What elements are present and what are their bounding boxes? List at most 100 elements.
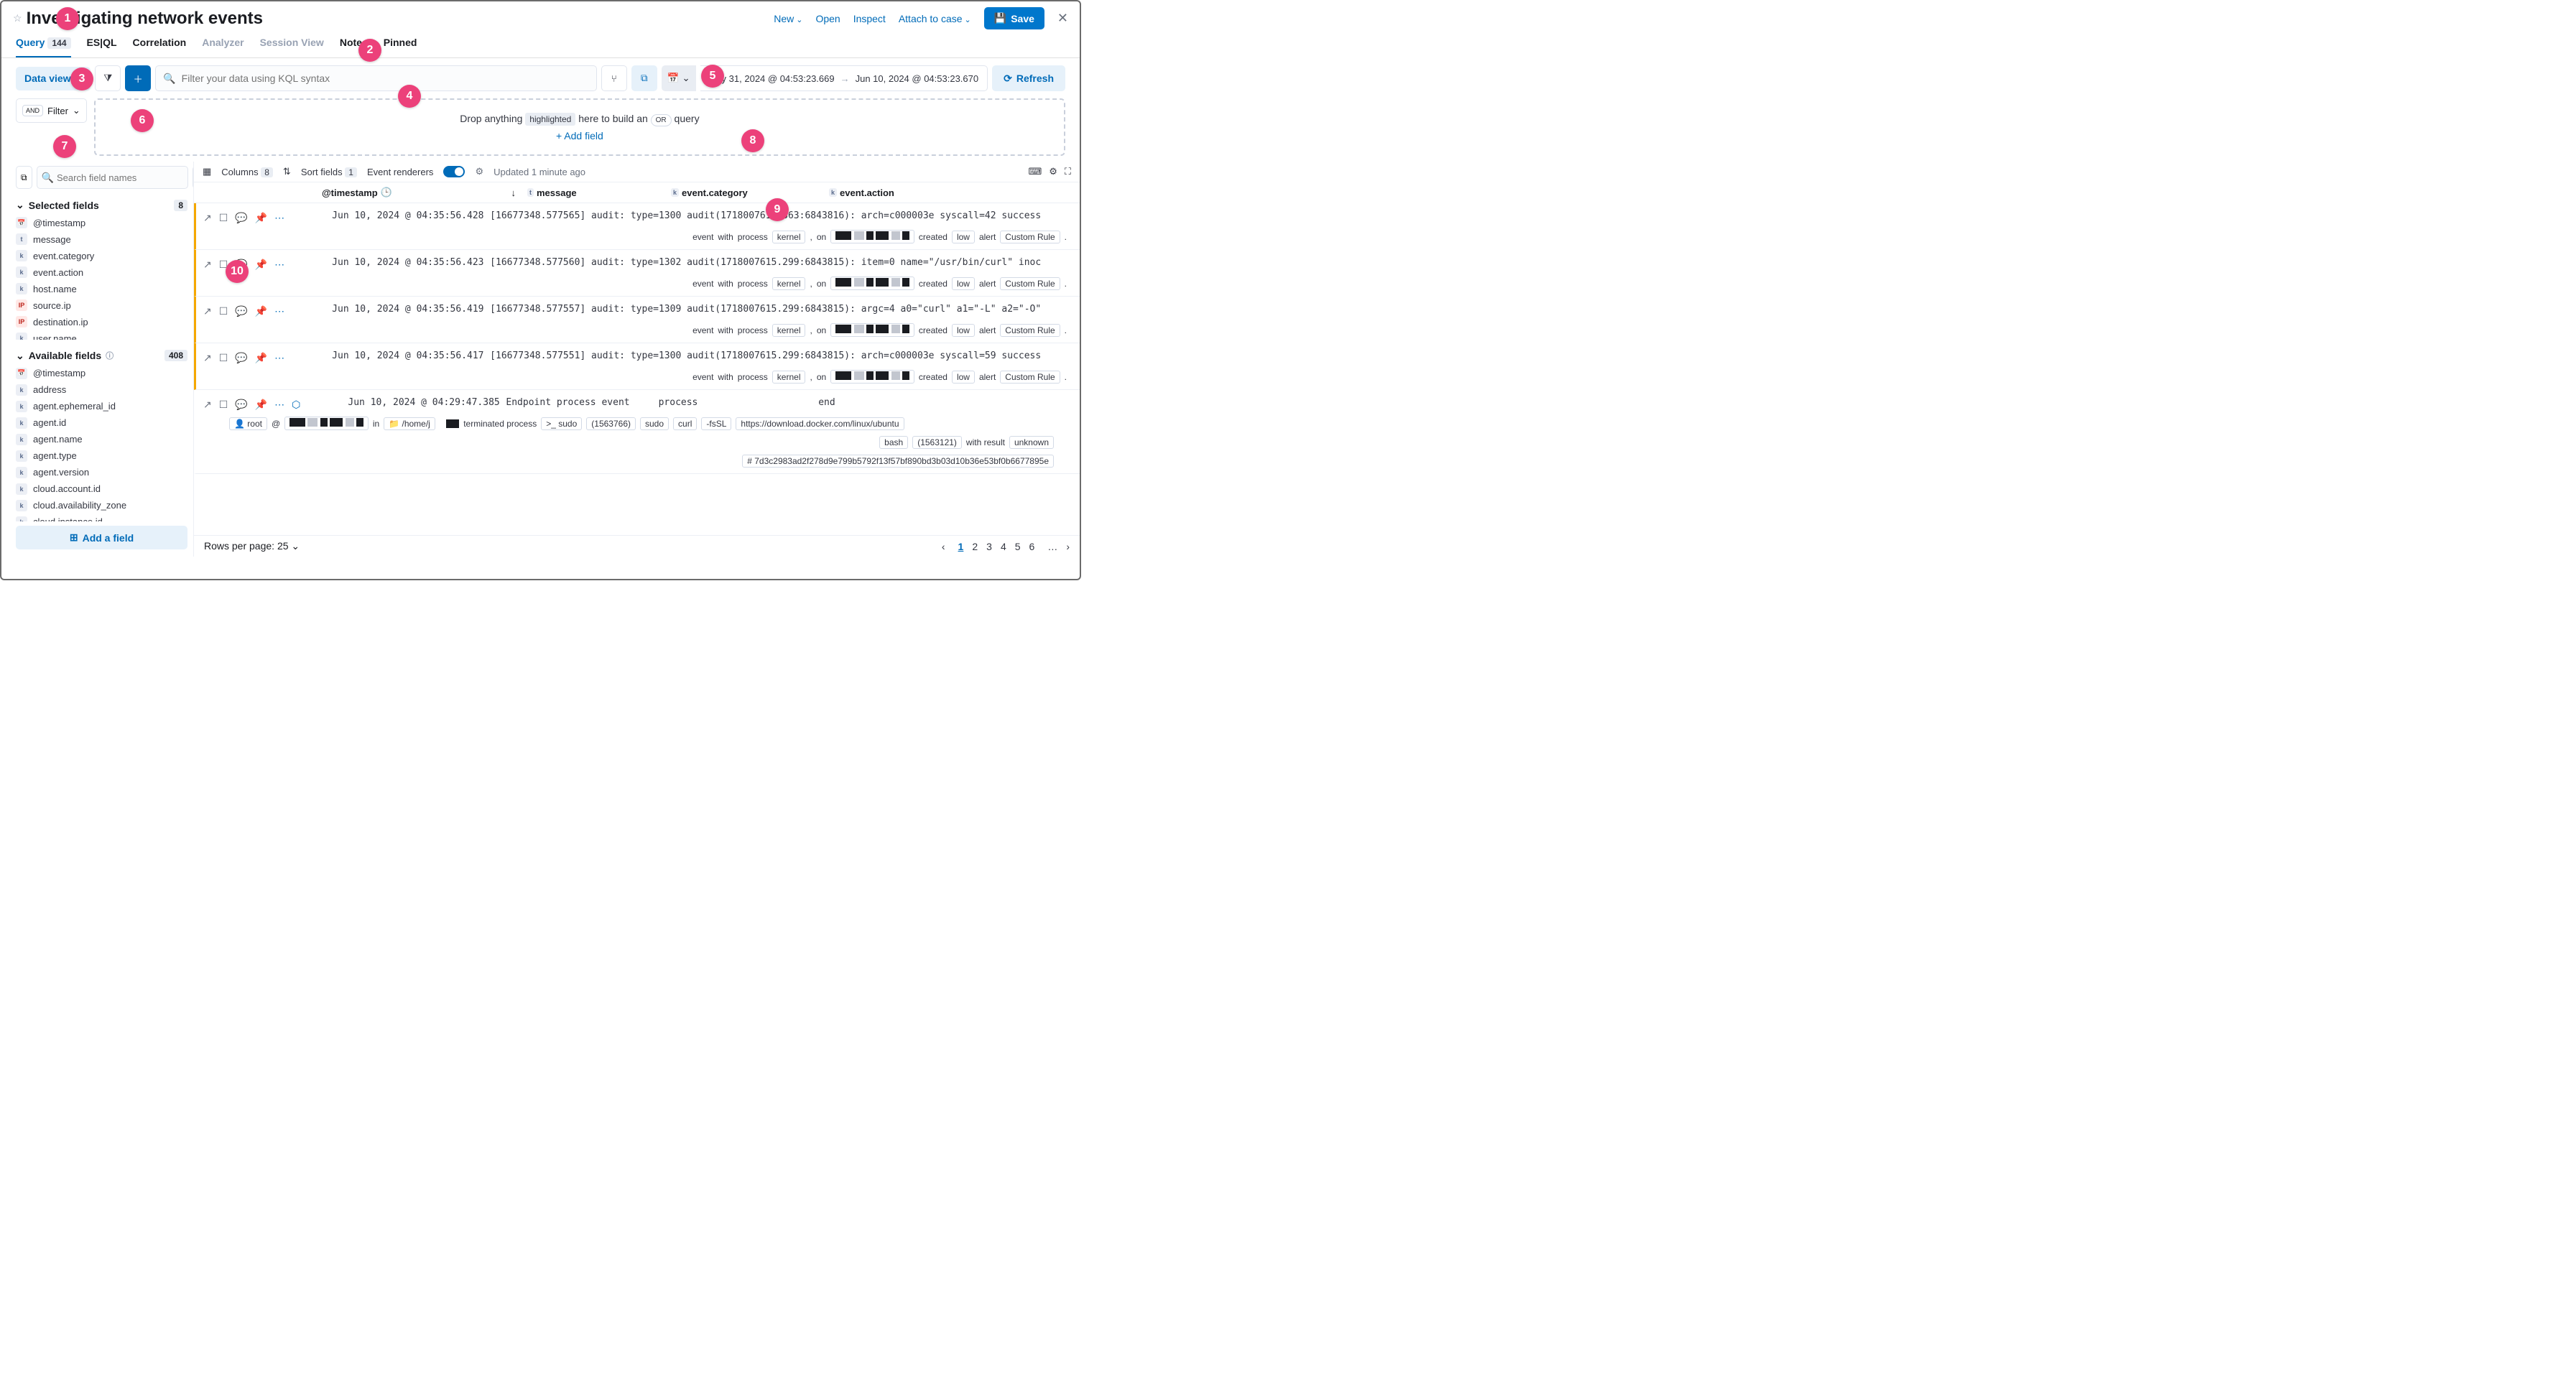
pager-prev[interactable]: ‹: [942, 541, 945, 552]
arg-tag[interactable]: -fsSL: [701, 417, 731, 430]
more-icon[interactable]: ⋯: [274, 259, 284, 271]
pin-icon[interactable]: 📌: [255, 399, 267, 411]
arg-tag[interactable]: bash: [879, 436, 908, 449]
hash-tag[interactable]: # 7d3c2983ad2f278d9e799b5792f13f57bf890b…: [742, 455, 1054, 468]
inspect-button[interactable]: Inspect: [853, 13, 886, 24]
pager-page[interactable]: 1: [958, 541, 964, 552]
field-item[interactable]: kagent.ephemeral_id: [16, 399, 187, 414]
col-timestamp[interactable]: @timestamp 🕒 ↓: [316, 182, 522, 203]
severity-tag[interactable]: low: [952, 371, 975, 384]
tab-pinned[interactable]: Pinned: [384, 37, 417, 57]
note-icon[interactable]: 💬: [235, 352, 247, 364]
columns-label[interactable]: Columns 8: [221, 167, 273, 177]
col-category[interactable]: kevent.category: [665, 182, 823, 203]
refresh-button[interactable]: ⟳Refresh: [992, 65, 1065, 91]
field-item[interactable]: kagent.type: [16, 449, 187, 463]
field-item[interactable]: 📅@timestamp: [16, 215, 187, 230]
host-tag[interactable]: [830, 370, 914, 384]
field-item[interactable]: khost.name: [16, 282, 187, 296]
pid-tag[interactable]: (1563766): [586, 417, 636, 430]
note-icon[interactable]: 💬: [235, 212, 247, 224]
kernel-tag[interactable]: kernel: [772, 324, 806, 337]
expand-icon[interactable]: ↗: [203, 212, 212, 224]
pop-out-icon[interactable]: ⧉: [631, 65, 657, 91]
pin-icon[interactable]: 📌: [255, 352, 267, 364]
kernel-tag[interactable]: kernel: [772, 277, 806, 290]
datepicker-button[interactable]: 📅⌄: [662, 65, 696, 91]
expand-icon[interactable]: ↗: [203, 305, 212, 317]
host-tag[interactable]: [830, 230, 914, 243]
columns-icon[interactable]: ▦: [203, 166, 211, 177]
tab-analyzer[interactable]: Analyzer: [202, 37, 244, 57]
field-item[interactable]: kcloud.availability_zone: [16, 498, 187, 513]
severity-tag[interactable]: low: [952, 324, 975, 337]
rule-tag[interactable]: Custom Rule: [1000, 371, 1060, 384]
pager-page[interactable]: 2: [972, 541, 978, 552]
field-item[interactable]: kagent.id: [16, 416, 187, 430]
sidebar-collapse-icon[interactable]: ⧉: [16, 166, 32, 189]
arg-tag[interactable]: sudo: [640, 417, 669, 430]
tab-query[interactable]: Query144: [16, 37, 71, 57]
pin-icon[interactable]: 📌: [255, 305, 267, 317]
result-tag[interactable]: unknown: [1009, 436, 1054, 449]
sort-icon[interactable]: ⇅: [283, 166, 291, 177]
field-item[interactable]: tmessage: [16, 232, 187, 246]
pager-next[interactable]: ›: [1066, 541, 1070, 552]
checkbox[interactable]: ☐: [219, 352, 228, 364]
note-icon[interactable]: 💬: [235, 305, 247, 317]
field-item[interactable]: 📅@timestamp: [16, 366, 187, 381]
add-filter-icon[interactable]: ＋: [125, 65, 151, 91]
save-button[interactable]: 💾 Save: [984, 7, 1044, 29]
note-icon[interactable]: 💬: [235, 399, 247, 411]
settings-icon[interactable]: ⚙: [1049, 166, 1057, 177]
pin-icon[interactable]: 📌: [255, 259, 267, 271]
add-field-link[interactable]: + Add field: [556, 130, 603, 141]
host-tag[interactable]: [284, 417, 369, 430]
more-icon[interactable]: ⋯: [274, 352, 284, 364]
col-action[interactable]: kevent.action: [823, 182, 1080, 203]
rows-per-page[interactable]: Rows per page: 25 ⌄: [204, 540, 300, 552]
pager-page[interactable]: 4: [1001, 541, 1006, 552]
add-field-button[interactable]: ⊞ Add a field: [16, 526, 187, 549]
path-tag[interactable]: 📁 /home/j: [384, 417, 435, 430]
pager-ellipsis[interactable]: …: [1047, 541, 1057, 552]
field-item[interactable]: kagent.name: [16, 432, 187, 447]
expand-icon[interactable]: ↗: [203, 352, 212, 364]
user-tag[interactable]: 👤 root: [229, 417, 267, 430]
field-item[interactable]: kevent.action: [16, 265, 187, 279]
attach-to-case-button[interactable]: Attach to case⌄: [899, 13, 971, 24]
field-item[interactable]: kaddress: [16, 383, 187, 397]
field-item[interactable]: kuser.name: [16, 331, 187, 340]
field-item[interactable]: kagent.version: [16, 465, 187, 480]
tab-esql[interactable]: ES|QL: [87, 37, 117, 57]
available-fields-header[interactable]: ⌄ Available fields ⓘ 408: [16, 350, 187, 362]
kernel-tag[interactable]: kernel: [772, 231, 806, 243]
pager-page[interactable]: 3: [986, 541, 992, 552]
filter-chip[interactable]: AND Filter ⌄: [16, 98, 87, 123]
expand-icon[interactable]: ↗: [203, 399, 212, 411]
date-range[interactable]: May 31, 2024 @ 04:53:23.669 → Jun 10, 20…: [700, 65, 988, 91]
selected-fields-header[interactable]: ⌄ Selected fields 8: [16, 199, 187, 211]
pid-tag[interactable]: (1563121): [912, 436, 962, 449]
sort-desc-icon[interactable]: ↓: [511, 187, 516, 198]
proc-tag[interactable]: >_ sudo: [541, 417, 582, 430]
checkbox[interactable]: ☐: [219, 212, 228, 224]
analyzer-icon[interactable]: ⬡: [292, 399, 300, 411]
rule-tag[interactable]: Custom Rule: [1000, 231, 1060, 243]
field-item[interactable]: kevent.category: [16, 248, 187, 263]
pager-page[interactable]: 5: [1015, 541, 1021, 552]
pager-page[interactable]: 6: [1029, 541, 1035, 552]
host-tag[interactable]: [830, 277, 914, 290]
field-item[interactable]: IPsource.ip: [16, 298, 187, 312]
favorite-star-icon[interactable]: ☆: [13, 12, 22, 24]
filter-funnel-icon[interactable]: ⧩: [95, 65, 121, 91]
more-icon[interactable]: ⋯: [274, 212, 284, 224]
fullscreen-icon[interactable]: ⛶: [1065, 166, 1071, 177]
tab-session-view[interactable]: Session View: [260, 37, 324, 57]
keyboard-icon[interactable]: ⌨: [1028, 166, 1042, 177]
pin-icon[interactable]: 📌: [255, 212, 267, 224]
severity-tag[interactable]: low: [952, 231, 975, 243]
host-tag[interactable]: [830, 323, 914, 337]
rule-tag[interactable]: Custom Rule: [1000, 324, 1060, 337]
open-button[interactable]: Open: [815, 13, 840, 24]
